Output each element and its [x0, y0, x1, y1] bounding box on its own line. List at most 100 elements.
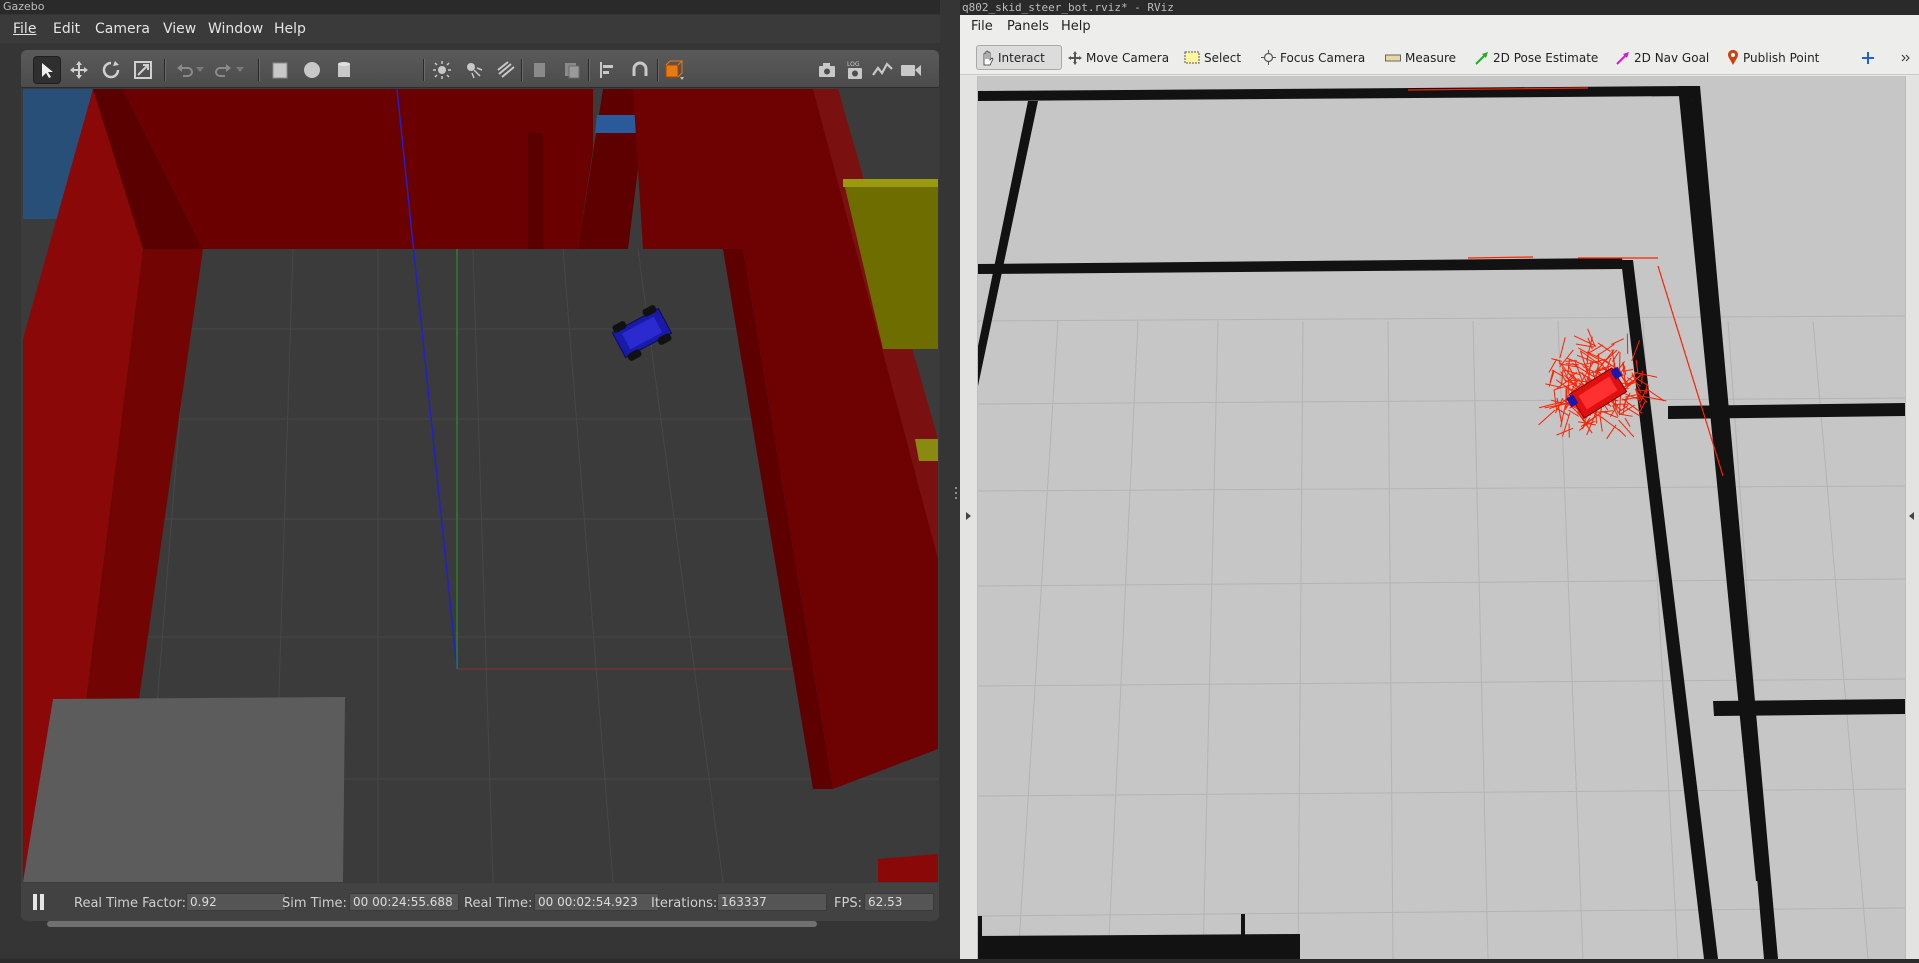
pose-estimate-tool-label: 2D Pose Estimate	[1493, 51, 1598, 65]
toolbar-separator	[258, 59, 260, 81]
rviz-map-scene	[978, 76, 1905, 959]
snap-magnet-icon[interactable]	[626, 56, 654, 84]
gazebo-scene	[23, 89, 938, 882]
rviz-menu-help-label: Help	[1061, 19, 1091, 34]
undo-dropdown-icon[interactable]	[193, 56, 207, 84]
expand-left-icon	[966, 512, 971, 520]
plus-icon	[1861, 51, 1875, 65]
rviz-3d-viewport[interactable]	[978, 76, 1905, 959]
rviz-menu-file-label: File	[971, 19, 993, 34]
real-time-field: 00 00:02:54.923	[534, 893, 659, 911]
iterations-label: Iterations:	[651, 896, 717, 911]
focus-camera-tool-button[interactable]: Focus Camera	[1258, 45, 1368, 70]
move-camera-tool-button[interactable]: Move Camera	[1065, 45, 1172, 70]
real-time-label: Real Time:	[464, 896, 532, 911]
rviz-menu-panels-label: Panels	[1007, 19, 1049, 34]
add-tool-button[interactable]	[1858, 45, 1878, 70]
fps-field: 62.53	[864, 893, 934, 911]
gazebo-3d-viewport[interactable]	[23, 89, 938, 882]
splitter-grip-icon	[940, 0, 960, 959]
translate-mode-icon[interactable]	[65, 56, 93, 84]
pause-icon[interactable]	[31, 894, 45, 910]
chevron-right-double-icon	[1901, 53, 1911, 63]
menu-view[interactable]: View	[163, 21, 196, 37]
gazebo-menu-bar: File Edit Camera View Window Help	[0, 15, 960, 43]
publish-point-tool-label: Publish Point	[1743, 51, 1819, 65]
real-time-factor-field: 0.92	[186, 893, 286, 911]
rotate-mode-icon[interactable]	[97, 56, 125, 84]
nav-goal-tool-label: 2D Nav Goal	[1634, 51, 1709, 65]
rviz-menu-help[interactable]: Help	[1061, 19, 1091, 34]
real-time-factor-label: Real Time Factor:	[74, 896, 186, 911]
align-icon[interactable]	[594, 56, 622, 84]
menu-help-label: Help	[274, 21, 306, 37]
cylinder-shape-icon[interactable]	[330, 56, 358, 84]
log-icon[interactable]: LOG	[841, 56, 869, 84]
focus-icon	[1261, 50, 1276, 65]
menu-camera[interactable]: Camera	[95, 21, 150, 37]
paste-icon[interactable]	[558, 56, 586, 84]
left-panel-collapse[interactable]	[960, 76, 978, 959]
magenta-arrow-icon	[1616, 51, 1630, 65]
directional-light-icon[interactable]	[492, 56, 520, 84]
move-camera-tool-label: Move Camera	[1086, 51, 1169, 65]
menu-window-label: Window	[208, 21, 263, 37]
toolbar-separator	[588, 59, 590, 81]
select-mode-icon[interactable]	[33, 56, 61, 84]
measure-tool-button[interactable]: Measure	[1382, 45, 1459, 70]
plot-icon[interactable]	[869, 56, 897, 84]
gazebo-status-bar: Real Time Factor: 0.92 Sim Time: 00 00:2…	[21, 883, 939, 921]
view-angle-icon[interactable]	[661, 56, 689, 84]
rviz-menu-file[interactable]: File	[971, 19, 993, 34]
menu-window[interactable]: Window	[208, 21, 263, 37]
toolbar-separator	[164, 59, 166, 81]
toolbar-overflow-button[interactable]	[1898, 45, 1914, 70]
iterations-field: 163337	[717, 893, 827, 911]
green-arrow-icon	[1475, 51, 1489, 65]
window-splitter[interactable]	[940, 0, 960, 959]
spot-light-icon[interactable]	[460, 56, 488, 84]
rviz-menu-panels[interactable]: Panels	[1007, 19, 1049, 34]
map-pin-icon	[1727, 50, 1739, 65]
measure-tool-label: Measure	[1405, 51, 1456, 65]
hand-icon	[980, 50, 994, 66]
toolbar-separator	[657, 59, 659, 81]
scale-mode-icon[interactable]	[129, 56, 157, 84]
screenshot-camera-icon[interactable]	[813, 56, 841, 84]
menu-file-label: File	[13, 21, 36, 37]
video-record-icon[interactable]	[897, 56, 925, 84]
fps-label: FPS:	[834, 896, 862, 911]
select-tool-button[interactable]: Select	[1181, 45, 1244, 70]
sphere-shape-icon[interactable]	[298, 56, 326, 84]
back-wall	[123, 89, 593, 249]
rviz-toolbar: Interact Move Camera Select Focus Camera…	[960, 39, 1919, 75]
rviz-title-bar: q802_skid_steer_bot.rviz* - RViz	[960, 0, 1919, 15]
sim-time-field: 00 00:24:55.688	[349, 893, 459, 911]
publish-point-tool-button[interactable]: Publish Point	[1724, 45, 1822, 70]
svg-text:LOG: LOG	[847, 61, 860, 68]
point-light-icon[interactable]	[428, 56, 456, 84]
focus-camera-tool-label: Focus Camera	[1280, 51, 1365, 65]
menu-view-label: View	[163, 21, 196, 37]
menu-file[interactable]: File	[13, 21, 36, 37]
menu-camera-label: Camera	[95, 21, 150, 37]
redo-dropdown-icon[interactable]	[233, 56, 247, 84]
select-box-icon	[1184, 51, 1200, 64]
ruler-icon	[1385, 54, 1401, 62]
copy-icon[interactable]	[526, 56, 554, 84]
menu-help[interactable]: Help	[274, 21, 306, 37]
box-shape-icon[interactable]	[266, 56, 294, 84]
menu-edit[interactable]: Edit	[53, 21, 80, 37]
gazebo-window: Gazebo File Edit Camera View Window Help	[0, 0, 960, 959]
rviz-menu-bar: File Panels Help	[960, 15, 1919, 39]
right-panel-collapse[interactable]	[1905, 76, 1919, 959]
select-tool-label: Select	[1204, 51, 1241, 65]
expand-right-icon	[1909, 512, 1914, 520]
nav-goal-tool-button[interactable]: 2D Nav Goal	[1613, 45, 1712, 70]
gazebo-toolbar: LOG	[21, 50, 939, 88]
horizontal-scrollbar[interactable]	[47, 921, 817, 927]
gray-box	[23, 697, 345, 882]
pose-estimate-tool-button[interactable]: 2D Pose Estimate	[1472, 45, 1601, 70]
move-icon	[1068, 51, 1082, 65]
interact-tool-button[interactable]: Interact	[976, 45, 1062, 70]
